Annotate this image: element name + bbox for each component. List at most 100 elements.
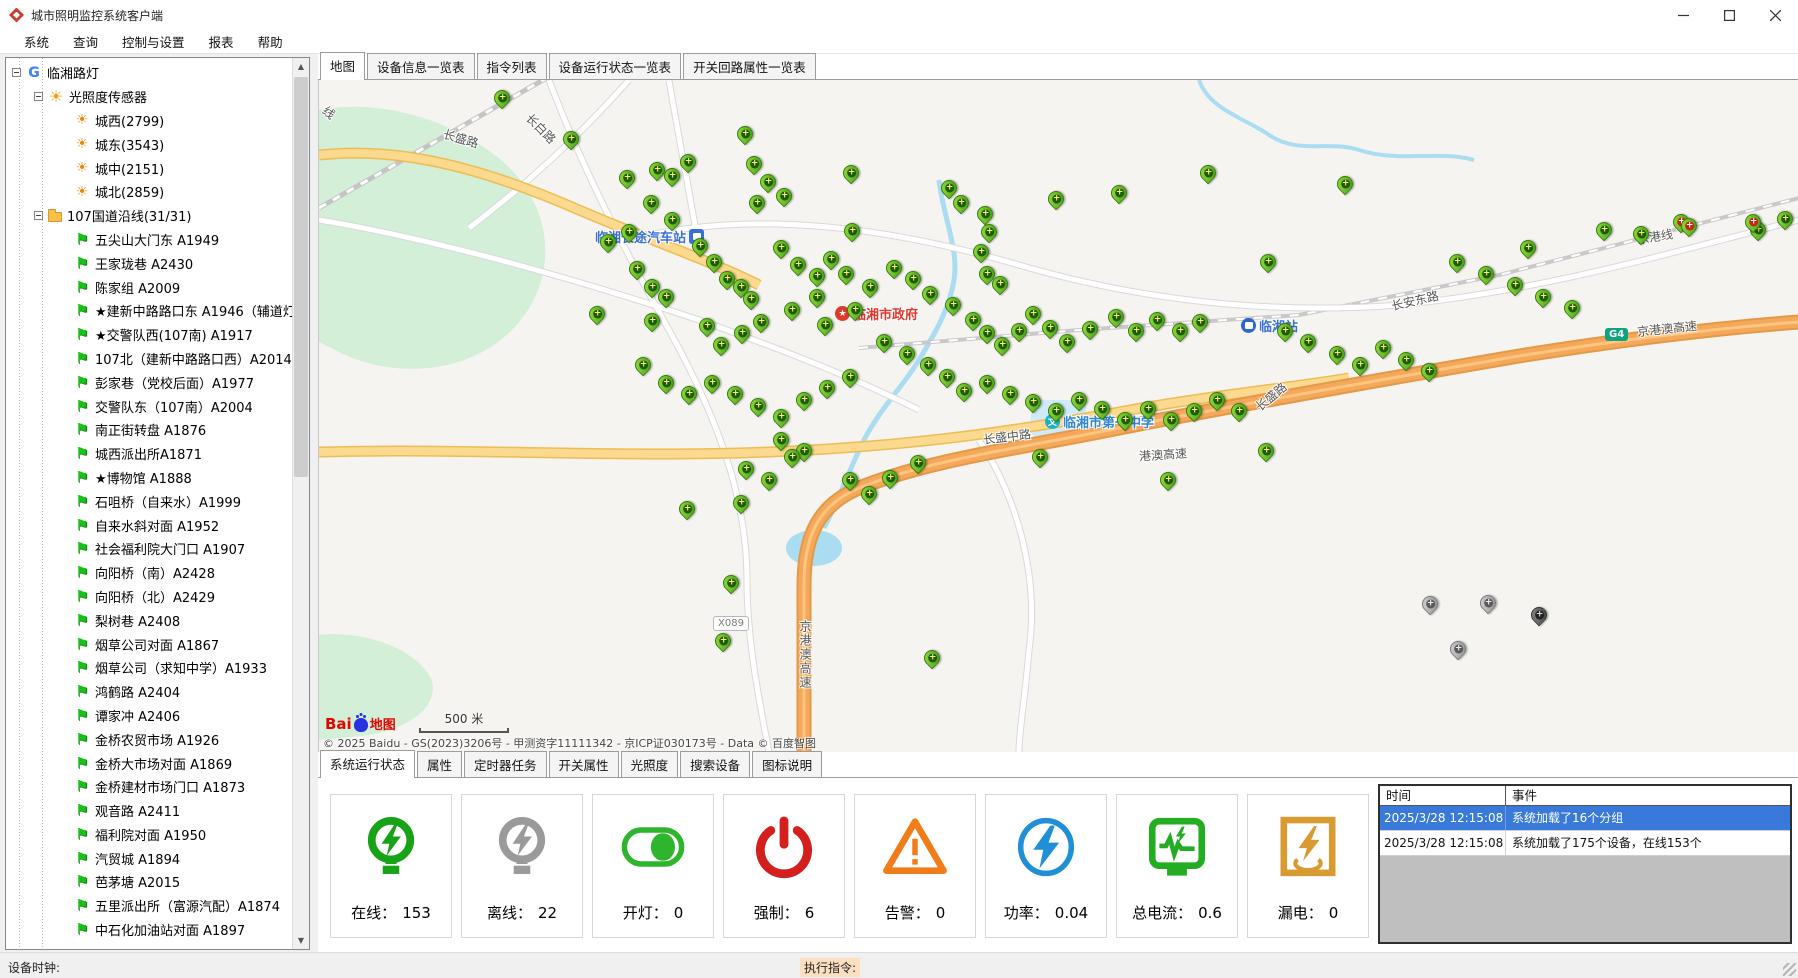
bottom-tab-1[interactable]: 属性 xyxy=(417,751,462,777)
tree-item-16[interactable]: ⚑城西派出所A1871 xyxy=(6,442,292,466)
bottom-panel: 系统运行状态属性定时器任务开关属性光照度搜索设备图标说明 在线：153离线：22… xyxy=(318,752,1798,952)
tree-item-28[interactable]: ⚑金桥农贸市场 A1926 xyxy=(6,727,292,751)
tree-item-7[interactable]: ⚑五尖山大门东 A1949 xyxy=(6,228,292,252)
tree-item-27[interactable]: ⚑谭家冲 A2406 xyxy=(6,704,292,728)
baidu-maps-logo: Bai 地图 xyxy=(325,714,396,733)
collapse-icon[interactable] xyxy=(12,68,21,77)
tree-item-label: 烟草公司（求知中学）A1933 xyxy=(95,658,267,677)
tree-item-24[interactable]: ⚑烟草公司对面 A1867 xyxy=(6,632,292,656)
baidu-logo-text: Bai xyxy=(325,715,352,733)
scroll-down-icon[interactable]: ▼ xyxy=(293,932,309,949)
device-flag-icon: ⚑ xyxy=(74,684,90,700)
tree-item-17[interactable]: ⚑★博物馆 A1888 xyxy=(6,466,292,490)
resize-grip[interactable] xyxy=(1783,963,1796,976)
bottom-tab-5[interactable]: 搜索设备 xyxy=(680,751,750,777)
tree-item-33[interactable]: ⚑汽贸城 A1894 xyxy=(6,846,292,870)
menu-item-1[interactable]: 查询 xyxy=(61,29,110,54)
tree-item-14[interactable]: ⚑交警队东（107南）A2004 xyxy=(6,394,292,418)
tree-item-label: 石咀桥（自来水）A1999 xyxy=(95,492,241,511)
menu-item-2[interactable]: 控制与设置 xyxy=(110,29,197,54)
system-status-content: 在线：153离线：22开灯：0强制：6告警：0功率：0.04总电流：0.6漏电：… xyxy=(318,778,1798,952)
tree-item-5[interactable]: ☀城北(2859) xyxy=(6,180,292,204)
tree-item-1[interactable]: ☀光照度传感器 xyxy=(6,85,292,109)
map-tab-1[interactable]: 设备信息一览表 xyxy=(367,53,475,79)
tree-item-6[interactable]: 107国道沿线(31/31) xyxy=(6,204,292,228)
event-log-row-1[interactable]: 2025/3/28 12:15:08系统加载了175个设备，在线153个 xyxy=(1380,831,1790,856)
tree-item-2[interactable]: ☀城西(2799) xyxy=(6,109,292,133)
status-card-alarm: 告警：0 xyxy=(854,794,976,938)
device-flag-icon: ⚑ xyxy=(74,279,90,295)
tree-item-0[interactable]: G临湘路灯 xyxy=(6,61,292,85)
tree-item-3[interactable]: ☀城东(3543) xyxy=(6,132,292,156)
tree-item-13[interactable]: ⚑彭家巷（党校后面）A1977 xyxy=(6,370,292,394)
device-flag-icon: ⚑ xyxy=(74,303,90,319)
tree-item-8[interactable]: ⚑王家珑巷 A2430 xyxy=(6,251,292,275)
map-scale-label: 500 米 xyxy=(445,712,484,726)
menu-bar: 系统查询控制与设置报表帮助 xyxy=(0,30,1798,54)
bottom-tab-2[interactable]: 定时器任务 xyxy=(464,751,547,777)
close-icon xyxy=(1770,10,1781,21)
tree-item-26[interactable]: ⚑ 鸿鹤路 A2404 xyxy=(6,680,292,704)
status-cards: 在线：153离线：22开灯：0强制：6告警：0功率：0.04总电流：0.6漏电：… xyxy=(330,794,1369,938)
device-clock-label: 设备时钟: xyxy=(8,959,60,976)
device-flag-icon: ⚑ xyxy=(74,493,90,509)
tree-item-25[interactable]: ⚑烟草公司（求知中学）A1933 xyxy=(6,656,292,680)
tree-item-34[interactable]: ⚑芭茅塘 A2015 xyxy=(6,870,292,894)
collapse-icon[interactable] xyxy=(34,92,43,101)
map-tab-2[interactable]: 指令列表 xyxy=(477,53,547,79)
tree-item-19[interactable]: ⚑自来水斜对面 A1952 xyxy=(6,513,292,537)
baidu-paw-icon xyxy=(354,718,368,732)
device-flag-icon: ⚑ xyxy=(74,565,90,581)
status-card-power: 功率：0.04 xyxy=(985,794,1107,938)
tree-item-label: 交警队东（107南）A2004 xyxy=(95,397,253,416)
close-button[interactable] xyxy=(1752,0,1798,30)
tree-item-label: 谭家冲 A2406 xyxy=(95,706,180,725)
road-label-6: 港澳高速 xyxy=(1138,444,1187,464)
bottom-tab-0[interactable]: 系统运行状态 xyxy=(320,750,415,778)
tree-item-label: 烟草公司对面 A1867 xyxy=(95,635,219,654)
tree-item-32[interactable]: ⚑福利院对面 A1950 xyxy=(6,823,292,847)
status-card-lamp-on: 开灯：0 xyxy=(592,794,714,938)
event-log-row-0[interactable]: 2025/3/28 12:15:08系统加载了16个分组 xyxy=(1380,806,1790,831)
tree-item-22[interactable]: ⚑向阳桥（北）A2429 xyxy=(6,585,292,609)
tree-item-9[interactable]: ⚑陈家组 A2009 xyxy=(6,275,292,299)
status-card-label: 告警： xyxy=(885,904,930,922)
tree-item-4[interactable]: ☀城中(2151) xyxy=(6,156,292,180)
tree-item-20[interactable]: ⚑社会福利院大门口 A1907 xyxy=(6,537,292,561)
status-card-offline: 离线：22 xyxy=(461,794,583,938)
tree-item-31[interactable]: ⚑观音路 A2411 xyxy=(6,799,292,823)
tree-scrollbar[interactable]: ▲ ▼ xyxy=(292,58,309,949)
tree-item-15[interactable]: ⚑南正街转盘 A1876 xyxy=(6,418,292,442)
map-tab-3[interactable]: 设备运行状态一览表 xyxy=(549,53,682,79)
tree-item-29[interactable]: ⚑金桥大市场对面 A1869 xyxy=(6,751,292,775)
collapse-icon[interactable] xyxy=(34,211,43,220)
bottom-tab-4[interactable]: 光照度 xyxy=(621,751,679,777)
tree-item-12[interactable]: ⚑107北（建新中路路口西）A2014 xyxy=(6,347,292,371)
tree-item-11[interactable]: ⚑★交警队西(107南) A1917 xyxy=(6,323,292,347)
tree-item-30[interactable]: ⚑金桥建材市场门口 A1873 xyxy=(6,775,292,799)
maximize-button[interactable] xyxy=(1706,0,1752,30)
menu-item-4[interactable]: 帮助 xyxy=(246,29,295,54)
tree-item-18[interactable]: ⚑ 石咀桥（自来水）A1999 xyxy=(6,489,292,513)
tree-item-label: 自来水斜对面 A1952 xyxy=(95,516,219,535)
tree-item-21[interactable]: ⚑ 向阳桥（南）A2428 xyxy=(6,561,292,585)
map-tab-4[interactable]: 开关回路属性一览表 xyxy=(683,53,816,79)
tree-item-label: 金桥农贸市场 A1926 xyxy=(95,730,219,749)
menu-item-0[interactable]: 系统 xyxy=(12,29,61,54)
menu-item-3[interactable]: 报表 xyxy=(197,29,246,54)
bottom-tab-3[interactable]: 开关属性 xyxy=(549,751,619,777)
bottom-tab-6[interactable]: 图标说明 xyxy=(752,751,822,777)
tree-item-36[interactable]: ⚑中石化加油站对面 A1897 xyxy=(6,918,292,942)
scrollbar-thumb[interactable] xyxy=(294,77,308,477)
tree-item-35[interactable]: ⚑五里派出所（富源汽配）A1874 xyxy=(6,894,292,918)
tree-item-10[interactable]: ⚑★建新中路路口东 A1946（辅道灯） xyxy=(6,299,292,323)
tree-item-label: 107国道沿线(31/31) xyxy=(67,206,191,225)
tree-item-label: 向阳桥（南）A2428 xyxy=(95,563,215,582)
scroll-up-icon[interactable]: ▲ xyxy=(293,58,309,75)
map-view[interactable]: 线长盛路长白路长安东路京港线长盛中路港澳高速长盛路京港澳高速京港澳高速G4X08… xyxy=(318,80,1798,752)
status-card-online: 在线：153 xyxy=(330,794,452,938)
tree-item-label: 鸿鹤路 A2404 xyxy=(95,682,180,701)
map-tab-0[interactable]: 地图 xyxy=(320,52,365,80)
tree-item-23[interactable]: ⚑梨树巷 A2408 xyxy=(6,608,292,632)
minimize-button[interactable] xyxy=(1660,0,1706,30)
